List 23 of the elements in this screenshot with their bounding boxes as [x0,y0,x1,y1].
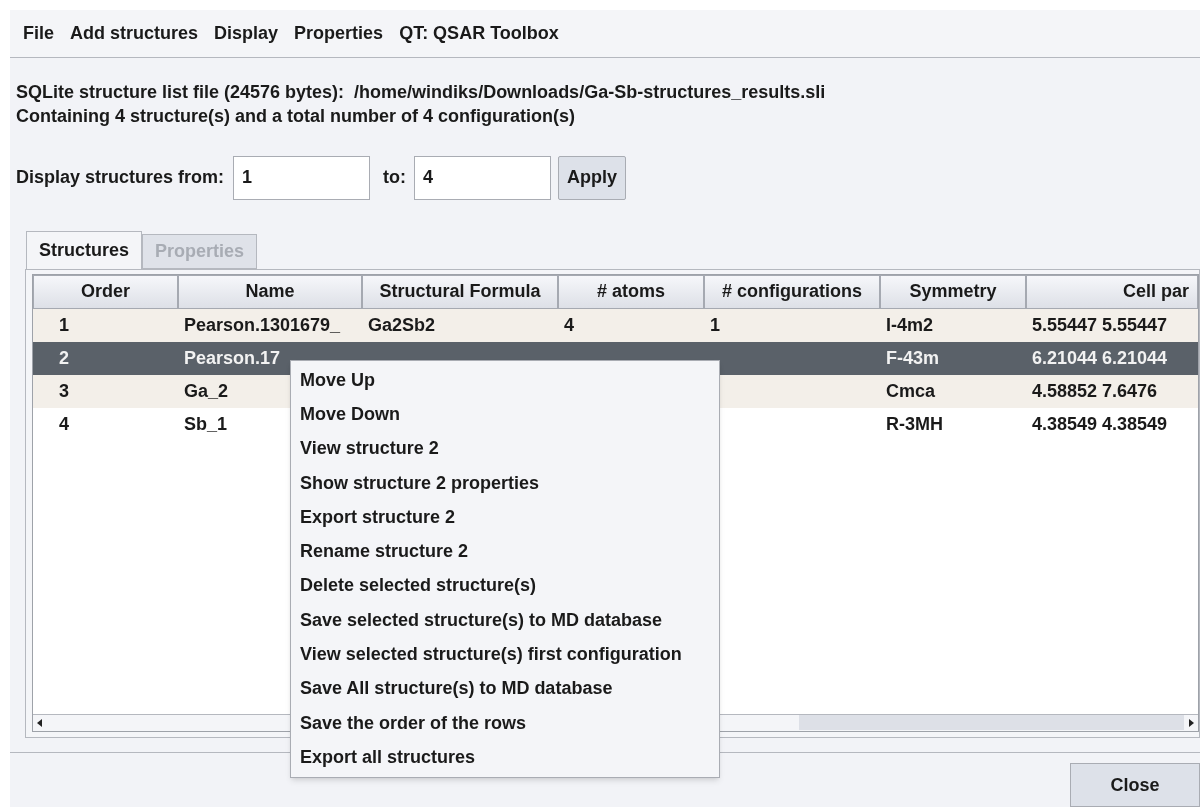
table-cell: Ga_2 [184,380,229,401]
table-cell: Pearson.17 [184,347,281,368]
table-cell: 2 [59,347,69,368]
table-cell: 3 [59,380,69,401]
table-cell: Pearson.1301679_ [184,314,341,335]
info-text: Containing 4 structure(s) and a total number of 4 configuration(s) [16,104,577,128]
info-text: SQLite structure list file (24576 bytes): /home/windiks/Downloads/Ga-Sb-structures_results.sli [16,80,827,104]
table-cell: 1 [59,314,69,335]
table-cell: Ga2Sb2 [368,314,436,335]
table-cell: 4.38549 4.38549 [1032,413,1168,434]
table-cell: 1 [710,314,720,335]
table-cell: I-4m2 [886,314,934,335]
table-cell: F-43m [886,347,939,368]
table-cell: R-3MH [886,413,943,434]
field-label: to: [383,166,407,190]
table-cell: Cmca [886,380,936,401]
table-cell: 4.58852 7.6476 [1032,380,1158,401]
table-cell: Sb_1 [184,413,228,434]
table-cell: 5.55447 5.55447 [1032,314,1168,335]
table-cell: 4 [59,413,69,434]
table-cell: 6.21044 6.21044 [1032,347,1168,368]
field-label: Display structures from: [16,166,225,190]
table-cell: 4 [564,314,574,335]
